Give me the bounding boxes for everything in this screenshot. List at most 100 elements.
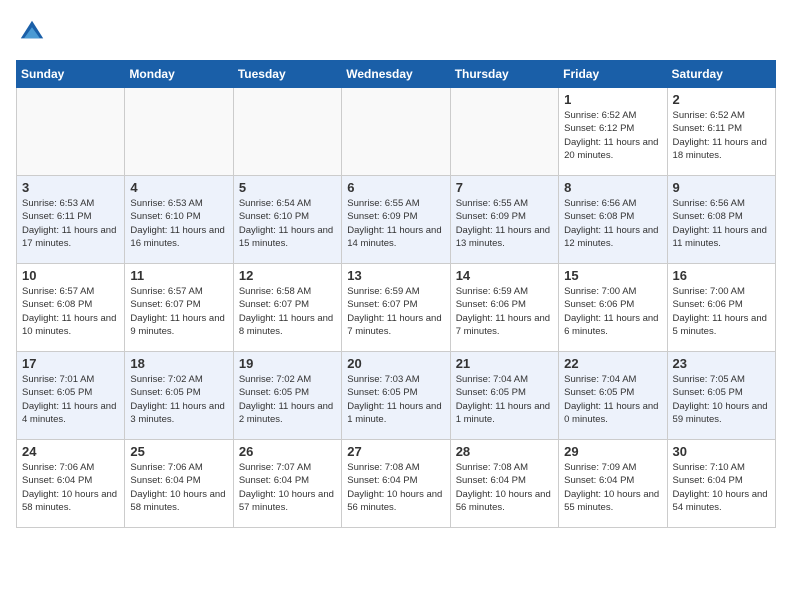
day-info: Sunrise: 7:07 AM Sunset: 6:04 PM Dayligh… xyxy=(239,461,336,514)
day-number: 11 xyxy=(130,268,227,283)
calendar-cell xyxy=(342,88,450,176)
calendar-cell: 5 Sunrise: 6:54 AM Sunset: 6:10 PM Daylig… xyxy=(233,176,341,264)
calendar-cell: 19 Sunrise: 7:02 AM Sunset: 6:05 PM Dayli… xyxy=(233,352,341,440)
calendar-cell: 17 Sunrise: 7:01 AM Sunset: 6:05 PM Dayli… xyxy=(17,352,125,440)
column-header-friday: Friday xyxy=(559,61,667,88)
calendar-cell: 22 Sunrise: 7:04 AM Sunset: 6:05 PM Dayli… xyxy=(559,352,667,440)
calendar-week-row: 3Sunrise: 6:53 AM Sunset: 6:11 PM Daylig… xyxy=(17,176,776,264)
day-number: 8 xyxy=(564,180,661,195)
calendar-cell: 2 Sunrise: 6:52 AM Sunset: 6:11 PM Daylig… xyxy=(667,88,775,176)
day-number: 4 xyxy=(130,180,227,195)
day-number: 3 xyxy=(22,180,119,195)
day-info: Sunrise: 7:08 AM Sunset: 6:04 PM Dayligh… xyxy=(347,461,444,514)
calendar-cell: 21Sunrise: 7:04 AM Sunset: 6:05 PM Dayli… xyxy=(450,352,558,440)
day-info: Sunrise: 6:57 AM Sunset: 6:07 PM Dayligh… xyxy=(130,285,227,338)
day-number: 10 xyxy=(22,268,119,283)
calendar-table: SundayMondayTuesdayWednesdayThursdayFrid… xyxy=(16,60,776,528)
day-info: Sunrise: 6:52 AM Sunset: 6:12 PM Dayligh… xyxy=(564,109,661,162)
calendar-cell: 25 Sunrise: 7:06 AM Sunset: 6:04 PM Dayli… xyxy=(125,440,233,528)
day-info: Sunrise: 6:52 AM Sunset: 6:11 PM Dayligh… xyxy=(673,109,770,162)
day-number: 15 xyxy=(564,268,661,283)
day-number: 7 xyxy=(456,180,553,195)
calendar-cell: 13Sunrise: 6:59 AM Sunset: 6:07 PM Dayli… xyxy=(342,264,450,352)
day-info: Sunrise: 7:03 AM Sunset: 6:05 PM Dayligh… xyxy=(347,373,444,426)
day-info: Sunrise: 6:53 AM Sunset: 6:10 PM Dayligh… xyxy=(130,197,227,250)
day-info: Sunrise: 6:57 AM Sunset: 6:08 PM Dayligh… xyxy=(22,285,119,338)
calendar-cell: 7 Sunrise: 6:55 AM Sunset: 6:09 PM Daylig… xyxy=(450,176,558,264)
calendar-cell: 18 Sunrise: 7:02 AM Sunset: 6:05 PM Dayli… xyxy=(125,352,233,440)
day-number: 28 xyxy=(456,444,553,459)
day-info: Sunrise: 7:06 AM Sunset: 6:04 PM Dayligh… xyxy=(22,461,119,514)
day-number: 22 xyxy=(564,356,661,371)
calendar-cell: 1 Sunrise: 6:52 AM Sunset: 6:12 PM Daylig… xyxy=(559,88,667,176)
calendar-cell: 12 Sunrise: 6:58 AM Sunset: 6:07 PM Dayli… xyxy=(233,264,341,352)
day-info: Sunrise: 6:59 AM Sunset: 6:06 PM Dayligh… xyxy=(456,285,553,338)
calendar-cell: 14Sunrise: 6:59 AM Sunset: 6:06 PM Dayli… xyxy=(450,264,558,352)
calendar-cell xyxy=(125,88,233,176)
day-number: 2 xyxy=(673,92,770,107)
day-info: Sunrise: 7:10 AM Sunset: 6:04 PM Dayligh… xyxy=(673,461,770,514)
day-number: 1 xyxy=(564,92,661,107)
calendar-cell: 26Sunrise: 7:07 AM Sunset: 6:04 PM Dayli… xyxy=(233,440,341,528)
calendar-week-row: 17 Sunrise: 7:01 AM Sunset: 6:05 PM Dayli… xyxy=(17,352,776,440)
day-info: Sunrise: 6:55 AM Sunset: 6:09 PM Dayligh… xyxy=(347,197,444,250)
calendar-cell xyxy=(450,88,558,176)
day-number: 30 xyxy=(673,444,770,459)
day-number: 9 xyxy=(673,180,770,195)
logo xyxy=(16,16,52,48)
day-number: 17 xyxy=(22,356,119,371)
column-header-sunday: Sunday xyxy=(17,61,125,88)
day-info: Sunrise: 7:02 AM Sunset: 6:05 PM Dayligh… xyxy=(239,373,336,426)
day-info: Sunrise: 7:00 AM Sunset: 6:06 PM Dayligh… xyxy=(564,285,661,338)
day-info: Sunrise: 6:56 AM Sunset: 6:08 PM Dayligh… xyxy=(564,197,661,250)
calendar-cell xyxy=(17,88,125,176)
day-number: 24 xyxy=(22,444,119,459)
day-info: Sunrise: 7:02 AM Sunset: 6:05 PM Dayligh… xyxy=(130,373,227,426)
logo-icon xyxy=(16,16,48,48)
day-info: Sunrise: 7:04 AM Sunset: 6:05 PM Dayligh… xyxy=(456,373,553,426)
calendar-cell: 10 Sunrise: 6:57 AM Sunset: 6:08 PM Dayli… xyxy=(17,264,125,352)
day-number: 18 xyxy=(130,356,227,371)
calendar-cell: 30 Sunrise: 7:10 AM Sunset: 6:04 PM Dayli… xyxy=(667,440,775,528)
calendar-week-row: 24 Sunrise: 7:06 AM Sunset: 6:04 PM Dayli… xyxy=(17,440,776,528)
day-number: 12 xyxy=(239,268,336,283)
column-header-tuesday: Tuesday xyxy=(233,61,341,88)
day-info: Sunrise: 7:05 AM Sunset: 6:05 PM Dayligh… xyxy=(673,373,770,426)
day-number: 27 xyxy=(347,444,444,459)
day-number: 16 xyxy=(673,268,770,283)
calendar-cell: 3Sunrise: 6:53 AM Sunset: 6:11 PM Daylig… xyxy=(17,176,125,264)
day-number: 25 xyxy=(130,444,227,459)
column-header-wednesday: Wednesday xyxy=(342,61,450,88)
day-info: Sunrise: 7:06 AM Sunset: 6:04 PM Dayligh… xyxy=(130,461,227,514)
day-info: Sunrise: 6:56 AM Sunset: 6:08 PM Dayligh… xyxy=(673,197,770,250)
calendar-cell: 16 Sunrise: 7:00 AM Sunset: 6:06 PM Dayli… xyxy=(667,264,775,352)
calendar-cell: 27 Sunrise: 7:08 AM Sunset: 6:04 PM Dayli… xyxy=(342,440,450,528)
column-header-thursday: Thursday xyxy=(450,61,558,88)
day-info: Sunrise: 7:01 AM Sunset: 6:05 PM Dayligh… xyxy=(22,373,119,426)
day-info: Sunrise: 6:59 AM Sunset: 6:07 PM Dayligh… xyxy=(347,285,444,338)
calendar-cell: 29Sunrise: 7:09 AM Sunset: 6:04 PM Dayli… xyxy=(559,440,667,528)
day-info: Sunrise: 7:00 AM Sunset: 6:06 PM Dayligh… xyxy=(673,285,770,338)
calendar-header-row: SundayMondayTuesdayWednesdayThursdayFrid… xyxy=(17,61,776,88)
day-number: 20 xyxy=(347,356,444,371)
day-number: 5 xyxy=(239,180,336,195)
calendar-cell xyxy=(233,88,341,176)
calendar-cell: 28 Sunrise: 7:08 AM Sunset: 6:04 PM Dayli… xyxy=(450,440,558,528)
day-info: Sunrise: 7:04 AM Sunset: 6:05 PM Dayligh… xyxy=(564,373,661,426)
column-header-monday: Monday xyxy=(125,61,233,88)
calendar-week-row: 1 Sunrise: 6:52 AM Sunset: 6:12 PM Daylig… xyxy=(17,88,776,176)
calendar-cell: 11 Sunrise: 6:57 AM Sunset: 6:07 PM Dayli… xyxy=(125,264,233,352)
day-number: 19 xyxy=(239,356,336,371)
calendar-week-row: 10 Sunrise: 6:57 AM Sunset: 6:08 PM Dayli… xyxy=(17,264,776,352)
day-info: Sunrise: 6:54 AM Sunset: 6:10 PM Dayligh… xyxy=(239,197,336,250)
day-number: 6 xyxy=(347,180,444,195)
calendar-cell: 4 Sunrise: 6:53 AM Sunset: 6:10 PM Daylig… xyxy=(125,176,233,264)
day-info: Sunrise: 7:08 AM Sunset: 6:04 PM Dayligh… xyxy=(456,461,553,514)
calendar-cell: 9 Sunrise: 6:56 AM Sunset: 6:08 PM Daylig… xyxy=(667,176,775,264)
day-number: 29 xyxy=(564,444,661,459)
day-number: 23 xyxy=(673,356,770,371)
calendar-cell: 15 Sunrise: 7:00 AM Sunset: 6:06 PM Dayli… xyxy=(559,264,667,352)
day-info: Sunrise: 6:55 AM Sunset: 6:09 PM Dayligh… xyxy=(456,197,553,250)
calendar-cell: 6 Sunrise: 6:55 AM Sunset: 6:09 PM Daylig… xyxy=(342,176,450,264)
day-info: Sunrise: 6:58 AM Sunset: 6:07 PM Dayligh… xyxy=(239,285,336,338)
